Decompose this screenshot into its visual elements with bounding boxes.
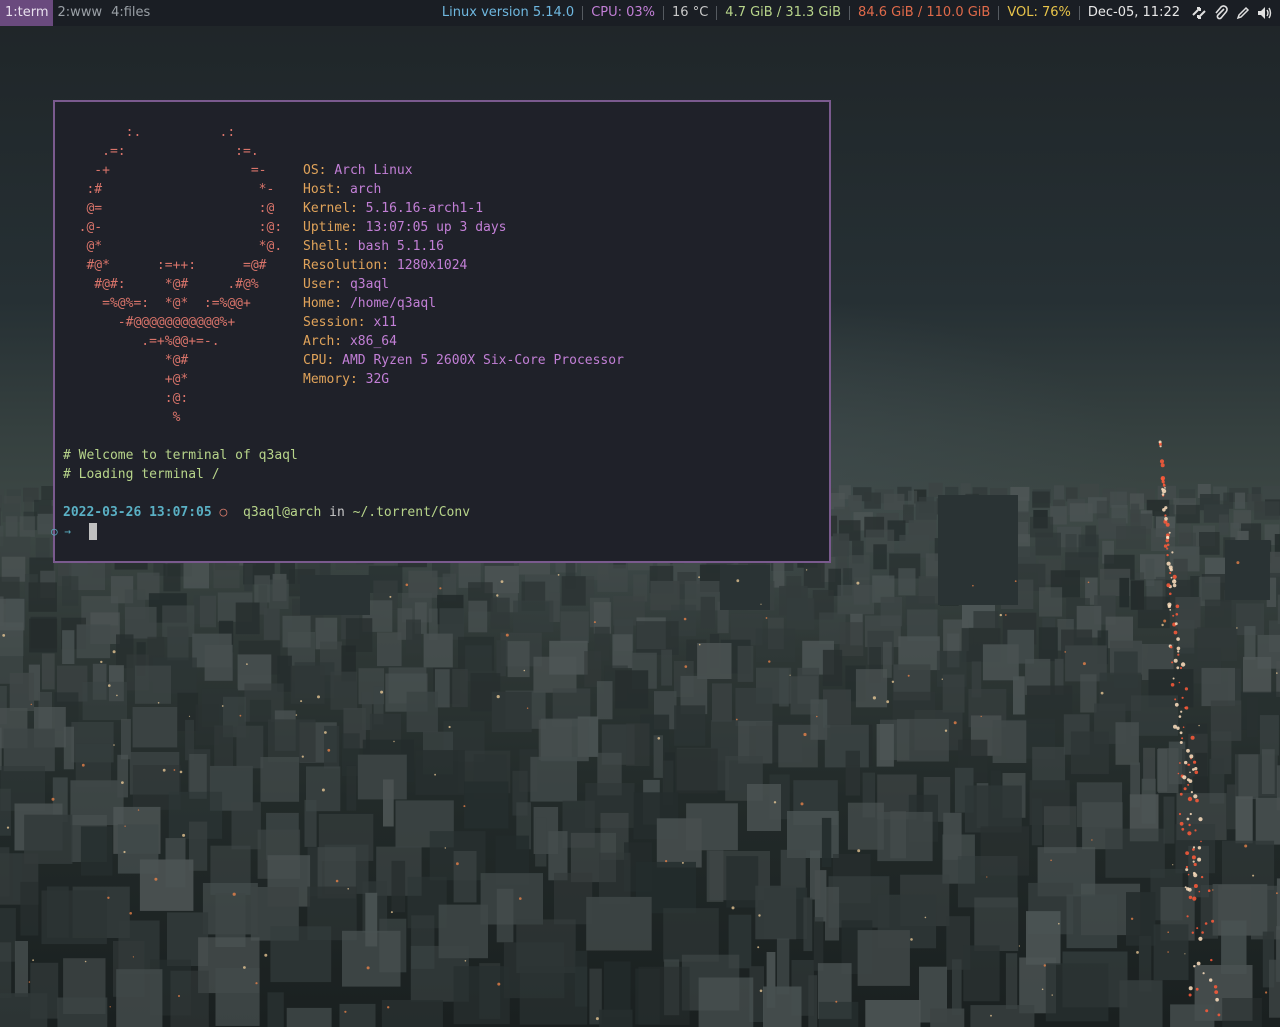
network-arrows-icon[interactable]: [1188, 0, 1210, 26]
prompt-user-host: q3aql@arch: [243, 505, 322, 520]
info-key: User:: [303, 277, 343, 292]
memory-status: 4.7 GiB / 31.3 GiB: [717, 6, 851, 20]
cpu-status: CPU: 03%: [583, 6, 665, 20]
prompt-path: ~/.torrent/Conv: [352, 505, 471, 520]
system-info-row: Uptime: 13:07:05 up 3 days: [303, 218, 507, 237]
info-key: Resolution:: [303, 258, 390, 273]
info-key: Shell:: [303, 239, 350, 254]
info-value: /home/q3aql: [349, 296, 437, 311]
info-value: 1280x1024: [396, 258, 468, 273]
system-info-row: Home: /home/q3aql: [303, 294, 436, 313]
status-area: Linux version 5.14.0 CPU: 03% 16 °C 4.7 …: [434, 0, 1280, 26]
info-key: CPU:: [303, 353, 335, 368]
ascii-logo-line: .=+%@@+=-.: [63, 334, 220, 349]
volume-icon[interactable]: [1254, 0, 1276, 26]
info-key: OS:: [303, 163, 327, 178]
info-key: Session:: [303, 315, 366, 330]
workspace-tab[interactable]: 1:term: [0, 0, 53, 26]
ascii-logo-line: *@#: [63, 353, 189, 368]
workspace-list: 1:term 2:www 4:files: [0, 0, 154, 26]
ascii-logo-line: :@:: [63, 391, 189, 406]
system-info-row: Memory: 32G: [303, 370, 389, 389]
system-info-row: Arch: x86_64: [303, 332, 397, 351]
info-value: arch: [349, 182, 382, 197]
info-value: x11: [373, 315, 397, 330]
ascii-logo-line: #@* :=++: =@#: [63, 258, 267, 273]
info-value: 5.16.16-arch1-1: [365, 201, 484, 216]
top-bar: 1:term 2:www 4:files Linux version 5.14.0 …: [0, 0, 1280, 26]
ascii-logo-line: =%@%=: *@* :=%@@+: [63, 296, 251, 311]
system-info-row: Kernel: 5.16.16-arch1-1: [303, 199, 483, 218]
ascii-logo-line: :# *-: [63, 182, 275, 197]
ascii-logo-line: #@#: *@# .#@%: [63, 277, 259, 292]
workspace-tab[interactable]: 4:files: [106, 0, 154, 26]
volume-status: VOL: 76%: [999, 6, 1080, 20]
ascii-logo-line: @= :@: [63, 201, 275, 216]
info-key: Uptime:: [303, 220, 358, 235]
info-key: Memory:: [303, 372, 358, 387]
temperature-status: 16 °C: [664, 6, 718, 20]
system-info-row: Shell: bash 5.1.16: [303, 237, 444, 256]
system-info-row: Session: x11: [303, 313, 397, 332]
info-value: Arch Linux: [334, 163, 413, 178]
ascii-logo-line: -#@@@@@@@@@@@%+: [63, 315, 236, 330]
system-info-row: User: q3aql: [303, 275, 389, 294]
prompt-arrow: ○ →: [51, 525, 71, 538]
ascii-logo-line: -+ =-: [63, 163, 267, 178]
text-cursor: [89, 523, 97, 540]
paperclip-icon[interactable]: [1210, 0, 1232, 26]
info-value: AMD Ryzen 5 2600X Six-Core Processor: [342, 353, 624, 368]
ascii-logo-line: %: [63, 410, 181, 425]
kernel-status: Linux version 5.14.0: [434, 6, 584, 20]
prompt-symbol: ○: [219, 505, 228, 520]
info-value: bash 5.1.16: [357, 239, 444, 254]
ascii-logo-line: @* *@.: [63, 239, 283, 254]
info-key: Kernel:: [303, 201, 358, 216]
system-info-row: Host: arch: [303, 180, 381, 199]
ascii-logo-line: +@*: [63, 372, 189, 387]
info-value: 13:07:05 up 3 days: [365, 220, 507, 235]
workspace-tab[interactable]: 2:www: [53, 0, 107, 26]
info-value: q3aql: [349, 277, 390, 292]
terminal-window[interactable]: :. .: .=: :=. -+ =- :# *- @= :@ .@- :@: …: [51, 100, 831, 563]
prompt-in: in: [329, 505, 345, 520]
system-info-row: Resolution: 1280x1024: [303, 256, 467, 275]
info-value: 32G: [365, 372, 390, 387]
ascii-logo-line: :. .:: [63, 125, 236, 140]
prompt-date: 2022-03-26 13:07:05: [63, 505, 212, 520]
clock: Dec-05, 11:22: [1087, 5, 1180, 20]
prompt-line: 2022-03-26 13:07:05 ○ q3aql@arch in ~/.t…: [63, 503, 470, 522]
system-info-row: CPU: AMD Ryzen 5 2600X Six-Core Processo…: [303, 351, 624, 370]
info-key: Host:: [303, 182, 343, 197]
welcome-line: # Welcome to terminal of q3aql: [63, 448, 298, 463]
info-key: Home:: [303, 296, 343, 311]
info-key: Arch:: [303, 334, 343, 349]
ascii-logo-line: .@- :@:: [63, 220, 283, 235]
loading-line: # Loading terminal /: [63, 467, 220, 482]
ascii-logo-line: .=: :=.: [63, 144, 259, 159]
system-info-row: OS: Arch Linux: [303, 161, 413, 180]
disk-status: 84.6 GiB / 110.0 GiB: [850, 6, 1000, 20]
pencil-icon[interactable]: [1232, 0, 1254, 26]
info-value: x86_64: [349, 334, 397, 349]
